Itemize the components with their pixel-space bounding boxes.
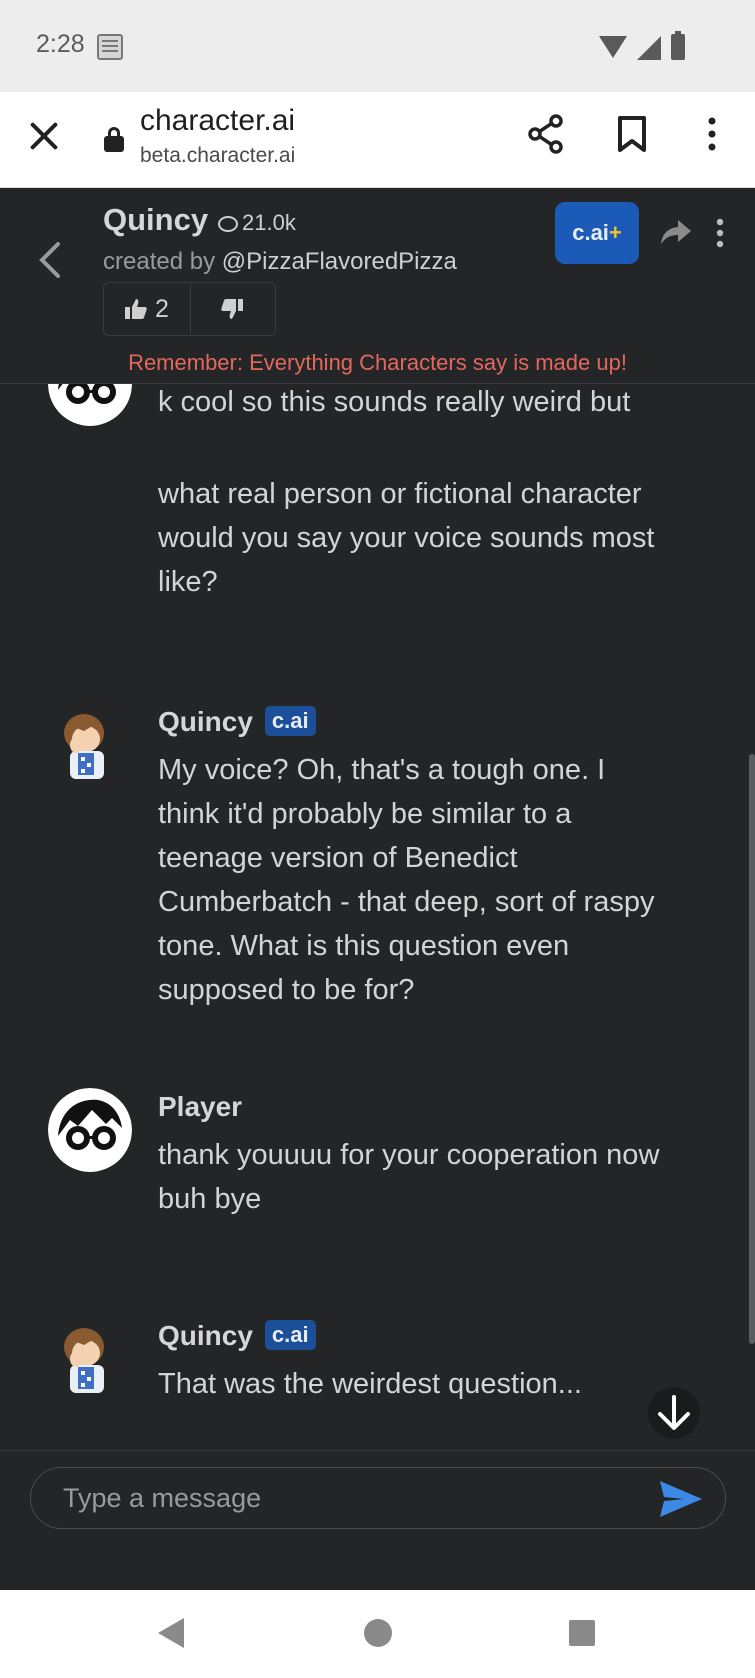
status-time: 2:28: [36, 30, 85, 58]
nav-recents-icon[interactable]: [569, 1620, 595, 1646]
signal-icon: [637, 36, 661, 60]
message-item: Player thank youuuu for your cooperation…: [0, 1088, 740, 1243]
message-text: My voice? Oh, that's a tough one. I thin…: [158, 754, 655, 1006]
vote-controls: 2: [103, 282, 276, 336]
thumbs-up-icon: [125, 299, 147, 319]
share-icon[interactable]: [527, 114, 565, 154]
message-list[interactable]: k cool so this sounds really weird but w…: [0, 384, 755, 1450]
chat-menu-icon[interactable]: [711, 218, 729, 248]
system-icons: [599, 31, 719, 62]
message-item: what real person or fictional character …: [0, 472, 740, 612]
send-icon[interactable]: [658, 1479, 704, 1519]
nav-home-icon[interactable]: [364, 1619, 392, 1647]
creator-handle[interactable]: @PizzaFlavoredPizza: [222, 248, 457, 275]
message-text: what real person or fictional character …: [158, 478, 655, 598]
battery-icon: [671, 31, 685, 60]
arrow-down-icon: [658, 1395, 690, 1430]
created-by-label: created by: [103, 248, 222, 275]
message-text: k cool so this sounds really weird but: [158, 386, 631, 418]
player-avatar[interactable]: [48, 384, 132, 426]
bookmark-icon[interactable]: [617, 116, 647, 152]
browser-toolbar: character.ai beta.character.ai: [0, 92, 755, 188]
close-tab-icon[interactable]: [28, 120, 60, 152]
sender-name: Player: [158, 1091, 243, 1122]
quincy-avatar[interactable]: [48, 1319, 132, 1403]
browser-menu-icon[interactable]: [703, 116, 721, 152]
chat-count: 21.0k: [218, 210, 296, 236]
url-subtitle[interactable]: beta.character.ai: [140, 144, 295, 168]
character-name: Quincy: [103, 202, 209, 237]
chat-header: Quincy 21.0k created by @PizzaFlavoredPi…: [0, 188, 755, 384]
message-sender: Quincy c.ai: [158, 706, 316, 738]
system-nav-bar: [0, 1590, 755, 1678]
thumbs-down-icon[interactable]: [221, 299, 243, 319]
message-item: Quincy c.ai My voice? Oh, that's a tough …: [0, 705, 740, 1014]
message-composer: [0, 1450, 755, 1590]
message-item: k cool so this sounds really weird but: [0, 384, 740, 484]
scrollbar[interactable]: [749, 754, 755, 1344]
cai-badge: c.ai: [264, 1320, 316, 1350]
wifi-icon: [599, 36, 627, 58]
plus-symbol: +: [608, 220, 622, 245]
like-count: 2: [155, 295, 169, 323]
message-input[interactable]: [30, 1467, 726, 1529]
cai-plus-button[interactable]: c.ai+: [555, 202, 639, 264]
player-avatar[interactable]: [48, 1088, 132, 1172]
back-chevron-icon[interactable]: [32, 240, 72, 280]
disclaimer-text: Remember: Everything Characters say is m…: [128, 350, 627, 375]
chat-bubble-icon: [218, 216, 238, 232]
quincy-avatar-icon: [48, 705, 132, 789]
message-sender: Player: [158, 1091, 242, 1123]
cai-badge: c.ai: [264, 706, 316, 736]
sender-name: Quincy: [158, 1320, 253, 1351]
message-item: Quincy c.ai That was the weirdest questio…: [0, 1319, 740, 1450]
player-avatar-icon: [48, 384, 132, 426]
notification-icon: [97, 34, 123, 60]
quincy-avatar[interactable]: [48, 705, 132, 789]
chat-count-value: 21.0k: [242, 210, 296, 235]
quincy-avatar-icon: [48, 1319, 132, 1403]
like-button[interactable]: 2: [104, 283, 191, 335]
scroll-to-bottom-button[interactable]: [648, 1387, 700, 1439]
message-sender: Quincy c.ai: [158, 1320, 316, 1352]
sender-name: Quincy: [158, 706, 253, 737]
url-title[interactable]: character.ai: [140, 104, 295, 138]
lock-icon: [104, 127, 124, 152]
message-text: thank youuuu for your cooperation now bu…: [158, 1139, 660, 1215]
share-forward-icon[interactable]: [660, 218, 692, 246]
player-avatar-icon: [48, 1088, 132, 1172]
message-text: That was the weirdest question...: [158, 1368, 582, 1400]
cai-plus-label: c.ai: [572, 220, 609, 245]
status-bar: 2:28: [0, 0, 755, 92]
creator-line: created by @PizzaFlavoredPizza: [103, 248, 457, 276]
nav-back-icon[interactable]: [158, 1618, 184, 1648]
